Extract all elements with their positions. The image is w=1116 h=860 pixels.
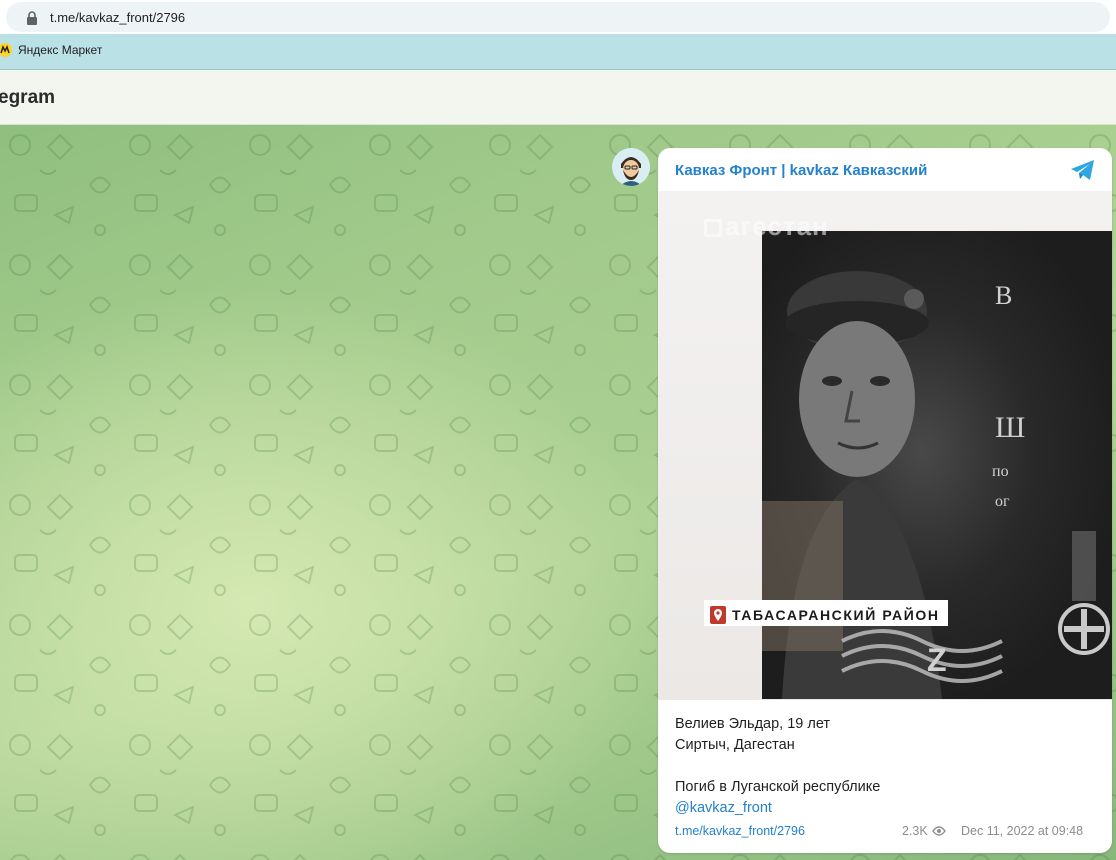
telegram-header: egram: [0, 70, 1116, 125]
header-title: egram: [0, 87, 56, 108]
views-count: 2.3K: [902, 824, 946, 838]
district-label: ТАБАСАРАНСКИЙ РАЙОН: [704, 600, 948, 626]
post-link[interactable]: t.me/kavkaz_front/2796: [675, 824, 805, 838]
dagestan-watermark: агестан: [704, 211, 829, 242]
channel-name-link[interactable]: Кавказ Фронт | kavkaz Кавказский: [675, 162, 927, 179]
bookmarks-bar: Яндекс Маркет: [0, 34, 1116, 70]
address-bar: t.me/kavkaz_front/2796: [0, 0, 1116, 34]
bookmark-label: Яндекс Маркет: [18, 43, 103, 57]
channel-avatar[interactable]: [612, 148, 650, 186]
svg-text:Z: Z: [927, 642, 947, 678]
district-text: ТАБАСАРАНСКИЙ РАЙОН: [732, 606, 940, 623]
yandex-market-icon: [0, 43, 12, 57]
mention-link[interactable]: @kavkaz_front: [675, 798, 880, 819]
bearded-man-icon: [612, 148, 650, 186]
url-text[interactable]: t.me/kavkaz_front/2796: [50, 10, 185, 25]
post-date: Dec 11, 2022 at 09:48: [961, 824, 1084, 838]
plaque-letter: по: [992, 463, 1009, 480]
plaque-letter: В: [995, 281, 1013, 310]
eye-icon: [931, 826, 946, 836]
url-field[interactable]: t.me/kavkaz_front/2796: [6, 2, 1110, 32]
location-pin-icon: [710, 605, 726, 624]
text-line: [675, 756, 880, 777]
message-footer: t.me/kavkaz_front/2796 2.3K Dec 11, 2022…: [675, 824, 1099, 842]
plaque-letter: Ш: [995, 411, 1026, 444]
message-card: Кавказ Фронт | kavkaz Кавказский Z В Ш п…: [658, 148, 1112, 853]
watermark-box-icon: [704, 219, 722, 237]
bookmark-yandex-market[interactable]: Яндекс Маркет: [0, 43, 102, 57]
plaque-letter: ог: [995, 493, 1010, 510]
lock-icon[interactable]: [26, 11, 38, 25]
text-line: Погиб в Луганской республике: [675, 779, 881, 795]
telegram-logo-icon[interactable]: [1069, 158, 1097, 182]
memorial-plaque: Z В Ш по ог: [658, 231, 1112, 699]
message-text: Велиев Эльдар, 19 лет Сиртыч, Дагестан П…: [675, 714, 880, 819]
views-value: 2.3K: [902, 824, 928, 838]
post-photo[interactable]: Z В Ш по ог агестан ТАБАСАРАНСКИЙ РАЙОН: [658, 191, 1112, 700]
text-line: Велиев Эльдар, 19 лет: [675, 716, 831, 732]
text-line: Сиртыч, Дагестан: [675, 737, 795, 753]
watermark-text: агестан: [725, 211, 829, 241]
soldier-portrait: Z: [658, 271, 1110, 699]
